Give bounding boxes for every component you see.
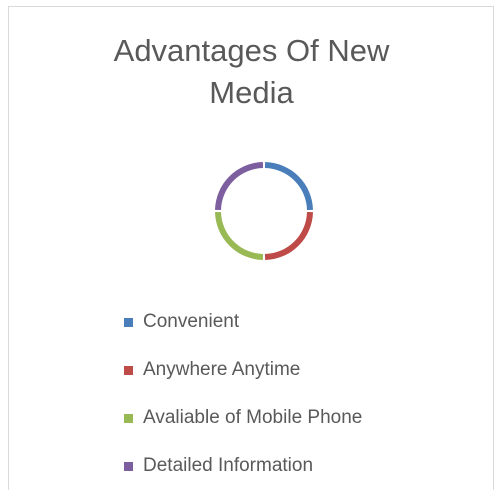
legend-label: Avaliable of Mobile Phone — [143, 407, 363, 428]
chart-title: Advantages Of New Media — [113, 33, 390, 110]
legend-label: Anywhere Anytime — [143, 359, 301, 380]
legend-label: Detailed Information — [143, 455, 314, 476]
legend-item: Anywhere Anytime — [124, 346, 362, 394]
legend-item: Avaliable of Mobile Phone — [124, 394, 362, 442]
legend-swatch — [124, 461, 133, 471]
legend-swatch — [124, 365, 133, 375]
legend-item: Detailed Information — [124, 442, 362, 490]
donut-chart — [215, 162, 313, 260]
legend-item: Convenient — [124, 298, 362, 346]
donut-slice-avaliable-of-mobile-phone — [215, 211, 264, 260]
legend-swatch — [124, 317, 133, 327]
legend-label: Convenient — [143, 311, 240, 332]
legend-swatch — [124, 413, 133, 423]
donut-slice-detailed-information — [215, 162, 264, 211]
donut-slice-anywhere-anytime — [264, 211, 313, 260]
donut-slice-convenient — [264, 162, 313, 211]
chart-legend: Convenient Anywhere Anytime Avaliable of M… — [124, 298, 362, 490]
